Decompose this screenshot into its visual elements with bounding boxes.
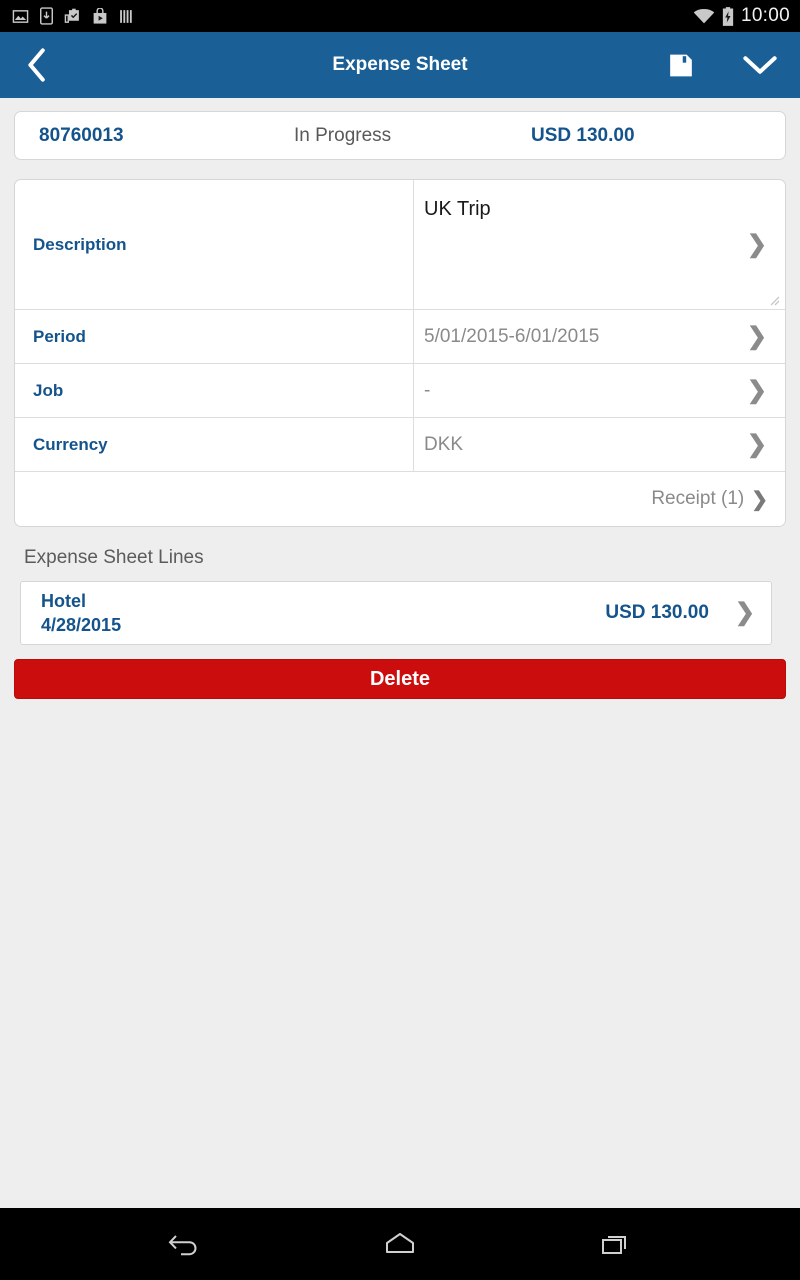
- receipt-label: Receipt (1): [651, 488, 745, 509]
- expense-line-date: 4/28/2015: [41, 614, 122, 635]
- app-header-actions: [668, 52, 778, 79]
- description-field[interactable]: UK Trip ❯: [414, 180, 785, 309]
- job-label: Job: [15, 364, 414, 417]
- chevron-left-icon: [28, 48, 45, 82]
- chevron-right-icon: ❯: [746, 322, 767, 350]
- form-row-currency[interactable]: Currency DKK ❯: [15, 418, 785, 472]
- job-value: -: [424, 379, 431, 401]
- job-field[interactable]: - ❯: [414, 364, 785, 417]
- expense-line-main: Hotel 4/28/2015: [41, 591, 121, 636]
- form-row-description[interactable]: Description UK Trip ❯: [15, 180, 785, 310]
- status-bar: 10:00: [0, 0, 800, 32]
- chevron-right-icon: ❯: [734, 599, 755, 626]
- status-bar-left-icons: [12, 7, 134, 25]
- description-value: UK Trip: [424, 198, 491, 220]
- overflow-expand-button[interactable]: [742, 53, 778, 77]
- expense-detail-form: Description UK Trip ❯ Period 5/01/2015-6…: [14, 179, 786, 527]
- form-row-job[interactable]: Job - ❯: [15, 364, 785, 418]
- chevron-down-icon: [743, 56, 777, 74]
- nav-back-button[interactable]: [147, 1218, 221, 1270]
- android-back-icon: [168, 1235, 197, 1256]
- total-amount: USD 130.00: [531, 124, 635, 146]
- status-bar-clock: 10:00: [740, 5, 790, 26]
- back-button[interactable]: [24, 47, 48, 83]
- android-recents-icon: [602, 1236, 626, 1254]
- expense-line-row[interactable]: Hotel 4/28/2015 USD 130.00 ❯: [20, 581, 772, 645]
- clipboard-check-icon: [64, 8, 79, 23]
- chevron-right-icon: ❯: [746, 230, 767, 258]
- nav-home-button[interactable]: [363, 1218, 437, 1270]
- wifi-icon: [693, 8, 715, 23]
- expense-lines-section-title: Expense Sheet Lines: [24, 547, 204, 568]
- android-navigation-bar: [0, 1208, 800, 1280]
- period-label: Period: [15, 310, 414, 363]
- expense-line-title: Hotel: [41, 590, 86, 611]
- save-button[interactable]: [668, 52, 694, 79]
- save-floppy-icon: [670, 54, 692, 76]
- currency-label: Currency: [15, 418, 414, 471]
- expense-line-amount: USD 130.00: [605, 602, 709, 623]
- status-badge: In Progress: [294, 124, 392, 146]
- chevron-right-icon: ❯: [751, 488, 768, 511]
- play-store-bag-icon: [93, 7, 107, 24]
- download-to-device-icon: [40, 7, 53, 25]
- form-row-receipt[interactable]: Receipt (1) ❯: [15, 472, 785, 526]
- chevron-right-icon: ❯: [746, 430, 767, 458]
- chevron-right-icon: ❯: [746, 376, 767, 404]
- status-bar-right-icons: 10:00: [693, 5, 790, 27]
- battery-charging-icon: [722, 6, 734, 26]
- android-home-icon: [386, 1233, 414, 1253]
- currency-value: DKK: [424, 433, 464, 455]
- currency-field[interactable]: DKK ❯: [414, 418, 785, 471]
- expense-sheet-id: 80760013: [39, 124, 124, 146]
- period-value: 5/01/2015-6/01/2015: [424, 325, 600, 347]
- period-field[interactable]: 5/01/2015-6/01/2015 ❯: [414, 310, 785, 363]
- delete-button[interactable]: Delete: [14, 659, 786, 699]
- phone-screen: 10:00 Expense Sheet 80760013 In Progress…: [0, 0, 800, 1280]
- textarea-resize-handle-icon[interactable]: [766, 292, 780, 306]
- image-icon: [12, 9, 29, 23]
- content-area: 80760013 In Progress USD 130.00 Descript…: [0, 111, 800, 699]
- barcode-icon: [120, 9, 132, 23]
- expense-summary-card[interactable]: 80760013 In Progress USD 130.00: [14, 111, 786, 160]
- app-header: Expense Sheet: [0, 32, 800, 98]
- form-row-period[interactable]: Period 5/01/2015-6/01/2015 ❯: [15, 310, 785, 364]
- description-label: Description: [15, 180, 414, 309]
- nav-recents-button[interactable]: [579, 1218, 653, 1270]
